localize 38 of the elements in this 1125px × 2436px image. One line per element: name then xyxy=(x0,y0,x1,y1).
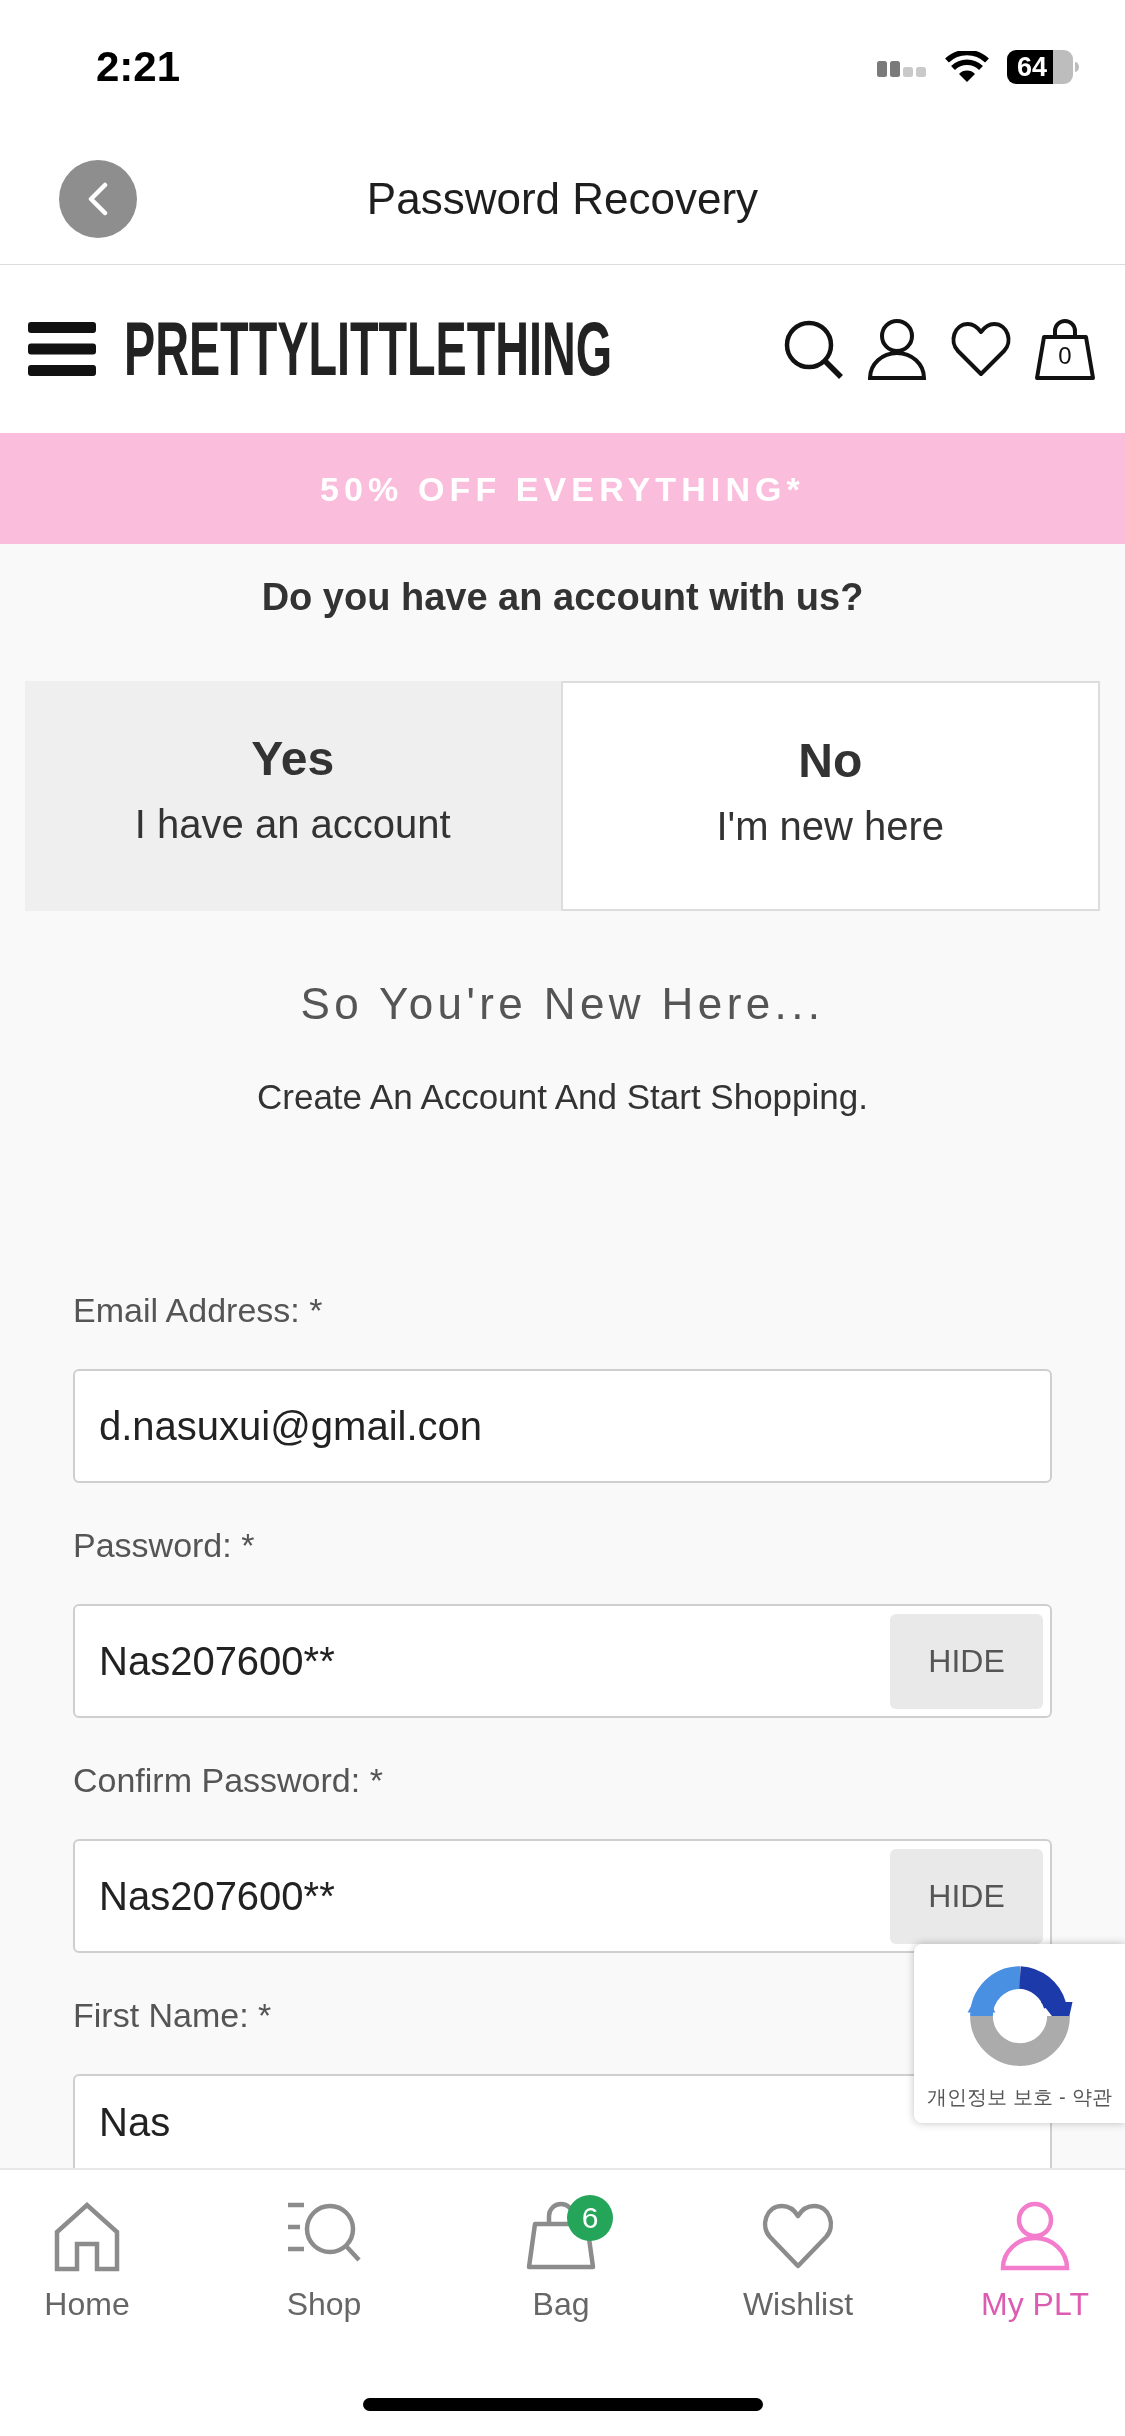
section-subheading: Create An Account And Start Shopping. xyxy=(257,1076,868,1118)
home-tab[interactable]: Home xyxy=(0,2170,174,2324)
input-field[interactable]: d.nasuxui@gmail.con xyxy=(73,1369,1052,1483)
account-question: Do you have an account with us? xyxy=(261,575,864,620)
battery-percent: 64 xyxy=(1007,50,1053,84)
bag-icon xyxy=(1034,318,1096,380)
brand-logo[interactable]: PRETTYLITTLETHING xyxy=(124,311,613,387)
menu-icon xyxy=(28,322,96,376)
password-field[interactable]: Nas207600** HIDE xyxy=(73,1604,1052,1718)
bag-button[interactable]: 0 xyxy=(1034,318,1096,380)
terms-link[interactable]: 약관 xyxy=(1071,2084,1112,2110)
promo-text: 50% OFF EVERYTHING* xyxy=(320,471,805,506)
menu-button[interactable] xyxy=(28,322,96,376)
search-button[interactable] xyxy=(782,318,844,380)
battery-icon xyxy=(1053,50,1079,84)
field-label: First Name: * xyxy=(73,1995,272,2036)
link-separator: - xyxy=(1058,2085,1066,2110)
account-choice-tab[interactable]: Yes I have an account xyxy=(25,681,561,911)
password-field[interactable]: Nas207600** HIDE xyxy=(73,1839,1052,1953)
wishlist-tab[interactable]: Wishlist xyxy=(711,2170,885,2324)
hide-password-button[interactable]: HIDE xyxy=(890,1848,1043,1944)
account-choice-tab[interactable]: No I'm new here xyxy=(560,681,1100,911)
page-title: Password Recovery xyxy=(366,177,759,221)
field-label: Email Address: * xyxy=(73,1290,323,1331)
chevron-left-icon xyxy=(88,182,108,216)
shop-tab[interactable]: Shop xyxy=(237,2170,411,2324)
bag-tab[interactable]: 6 Bag xyxy=(474,2170,648,2324)
field-label: Confirm Password: * xyxy=(73,1760,383,1801)
section-heading: So You're New Here... xyxy=(300,978,825,1030)
field-label: Password: * xyxy=(73,1525,255,1566)
person-icon xyxy=(866,318,928,380)
hide-password-button[interactable]: HIDE xyxy=(890,1613,1043,1709)
status-time: 2:21 xyxy=(96,46,181,88)
wifi-icon xyxy=(945,51,989,83)
account-button[interactable] xyxy=(866,318,928,380)
count-badge: 6 xyxy=(567,2195,613,2241)
search-icon xyxy=(782,318,844,380)
privacy-link[interactable]: 개인정보 보호 xyxy=(927,2084,1053,2110)
